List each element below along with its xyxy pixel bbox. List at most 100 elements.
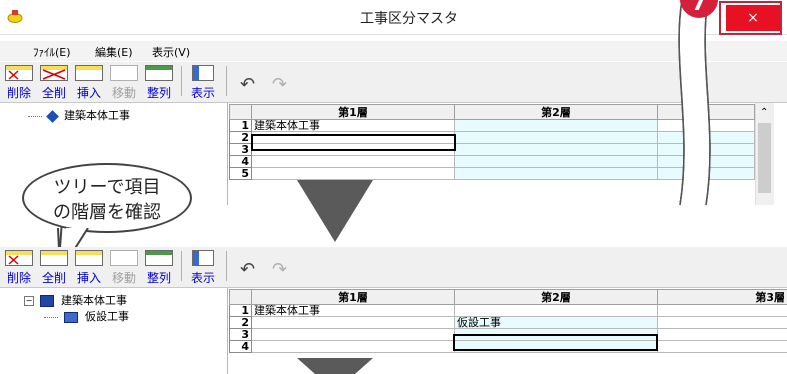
- grid-corner: [229, 104, 252, 120]
- insert-icon: [75, 250, 103, 266]
- callout-line: ツリーで項目: [53, 177, 161, 198]
- row-number: 2: [229, 131, 252, 144]
- display-icon: [192, 250, 214, 266]
- grid-cell[interactable]: [251, 328, 455, 341]
- row-number: 3: [229, 328, 252, 341]
- table-row: 2 仮設工事: [229, 316, 787, 329]
- grid-cell[interactable]: 建築本体工事: [251, 119, 455, 132]
- grid-cell[interactable]: [454, 304, 658, 317]
- table-row: 1 建築本体工事: [229, 304, 787, 317]
- column-header: 第3層: [657, 289, 787, 305]
- folder-icon: [63, 311, 78, 323]
- diamond-icon: [45, 109, 59, 123]
- delete-icon: [5, 250, 33, 266]
- grid-cell[interactable]: [454, 167, 658, 180]
- grid-cell[interactable]: [454, 119, 658, 132]
- tree-node-child[interactable]: 仮設工事: [44, 308, 129, 324]
- insert-button[interactable]: 挿入: [73, 249, 105, 285]
- scroll-thumb[interactable]: [758, 123, 771, 193]
- delete-icon: [5, 65, 33, 81]
- selected-cell-outline: [453, 334, 658, 351]
- row-number: 2: [229, 316, 252, 329]
- sort-button[interactable]: 整列: [143, 64, 175, 100]
- app-icon: [7, 10, 23, 23]
- sort-label: 整列: [146, 86, 171, 100]
- delete-all-icon: [40, 250, 68, 266]
- insert-button[interactable]: 挿入: [73, 64, 105, 100]
- move-label: 移動: [111, 271, 136, 285]
- menu-view[interactable]: 表示(V): [152, 44, 190, 60]
- display-label: 表示: [190, 86, 215, 100]
- row-number: 5: [229, 167, 252, 180]
- sort-icon: [145, 250, 173, 266]
- sort-icon: [145, 65, 173, 81]
- toolbar: 削除 全削 挿入 移動 整列 表示 ↶ ↷: [0, 247, 787, 288]
- move-button[interactable]: 移動: [108, 64, 140, 100]
- sort-label: 整列: [146, 271, 171, 285]
- delete-all-button[interactable]: 全削: [38, 249, 70, 285]
- row-number: 1: [229, 119, 252, 132]
- tree-connector: [44, 316, 58, 318]
- grid-cell[interactable]: 仮設工事: [454, 316, 658, 329]
- tree-connector: [28, 115, 42, 117]
- redo-icon[interactable]: ↷: [272, 74, 287, 95]
- tree-node-root[interactable]: 建築本体工事: [28, 107, 130, 123]
- grid-cell[interactable]: [251, 340, 455, 353]
- delete-button[interactable]: 削除: [3, 64, 35, 100]
- close-highlight-box: [719, 1, 782, 35]
- column-header: 第2層: [454, 289, 658, 305]
- move-label: 移動: [111, 86, 136, 100]
- toolbar-separator: [226, 66, 227, 96]
- grid-cell[interactable]: [454, 143, 658, 156]
- delete-all-label: 全削: [41, 271, 66, 285]
- delete-label: 削除: [6, 271, 31, 285]
- menu-file[interactable]: ﾌｧｲﾙ(E): [33, 44, 71, 60]
- grid-cell[interactable]: [657, 316, 787, 329]
- redo-icon[interactable]: ↷: [272, 259, 287, 280]
- tree-node-label: 建築本体工事: [64, 109, 130, 122]
- selected-cell-outline: [251, 134, 456, 151]
- grid-cell[interactable]: [251, 155, 455, 168]
- grid-cell[interactable]: [454, 155, 658, 168]
- vertical-scrollbar[interactable]: ⌃: [755, 103, 774, 205]
- display-icon: [192, 65, 214, 81]
- undo-icon[interactable]: ↶: [240, 74, 255, 95]
- delete-all-icon: [40, 65, 68, 81]
- column-header: 第1層: [251, 289, 455, 305]
- down-arrow-icon: [297, 358, 373, 374]
- collapse-toggle-icon[interactable]: −: [24, 296, 34, 306]
- toolbar-separator: [181, 251, 182, 281]
- grid-cell[interactable]: [454, 131, 658, 144]
- menu-edit[interactable]: 編集(E): [95, 44, 133, 60]
- book-icon: [39, 295, 54, 307]
- grid-cell[interactable]: [657, 340, 787, 353]
- undo-icon[interactable]: ↶: [240, 259, 255, 280]
- delete-button[interactable]: 削除: [3, 249, 35, 285]
- display-button[interactable]: 表示: [187, 249, 219, 285]
- delete-label: 削除: [6, 86, 31, 100]
- tree-node-root[interactable]: − 建築本体工事: [24, 292, 127, 308]
- scroll-up-icon[interactable]: ⌃: [760, 107, 768, 118]
- delete-all-button[interactable]: 全削: [38, 64, 70, 100]
- column-header: 第1層: [251, 104, 455, 120]
- insert-label: 挿入: [76, 271, 101, 285]
- down-arrow-icon: [297, 180, 373, 242]
- insert-icon: [75, 65, 103, 81]
- display-label: 表示: [190, 271, 215, 285]
- move-button[interactable]: 移動: [108, 249, 140, 285]
- grid-cell[interactable]: [251, 316, 455, 329]
- grid-cell[interactable]: [657, 328, 787, 341]
- row-number: 4: [229, 340, 252, 353]
- insert-label: 挿入: [76, 86, 101, 100]
- row-number: 1: [229, 304, 252, 317]
- grid-cell[interactable]: 建築本体工事: [251, 304, 455, 317]
- window-title: 工事区分マスタ: [360, 11, 458, 27]
- toolbar-separator: [226, 251, 227, 281]
- grid-corner: [229, 289, 252, 305]
- display-button[interactable]: 表示: [187, 64, 219, 100]
- grid-cell[interactable]: [657, 304, 787, 317]
- row-number: 3: [229, 143, 252, 156]
- tree-node-label: 建築本体工事: [61, 294, 127, 307]
- sort-button[interactable]: 整列: [143, 249, 175, 285]
- move-icon: [110, 250, 138, 266]
